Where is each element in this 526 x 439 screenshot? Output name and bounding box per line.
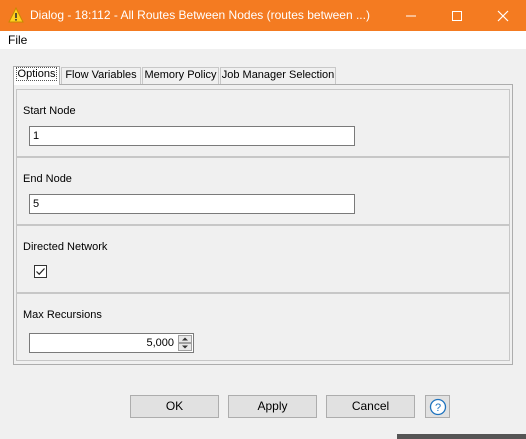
tab-memory-policy-label: Memory Policy (144, 69, 217, 81)
help-button[interactable]: ? (425, 395, 450, 418)
end-node-group: End Node 5 (16, 157, 510, 225)
svg-text:?: ? (434, 402, 440, 414)
spinner-up-button[interactable] (178, 335, 192, 343)
minimize-button[interactable] (388, 0, 434, 31)
ok-button[interactable]: OK (130, 395, 219, 418)
title-bar: Dialog - 18:112 - All Routes Between Nod… (0, 0, 526, 31)
directed-network-group: Directed Network (16, 225, 510, 293)
menu-bar: File (0, 31, 526, 49)
end-node-label: End Node (23, 173, 72, 185)
arrow-down-icon (182, 345, 188, 349)
options-panel: Start Node 1 End Node 5 Directed Network… (13, 84, 513, 365)
close-icon (497, 10, 509, 21)
close-button[interactable] (480, 0, 526, 31)
maximize-button[interactable] (434, 0, 480, 31)
tab-options[interactable]: Options (13, 66, 60, 85)
arrow-up-icon (182, 337, 188, 341)
tab-flow-variables[interactable]: Flow Variables (61, 67, 141, 84)
start-node-group: Start Node 1 (16, 89, 510, 157)
start-node-label: Start Node (23, 105, 76, 117)
spinner-down-button[interactable] (178, 343, 192, 351)
maximize-icon (452, 10, 462, 21)
end-node-input[interactable]: 5 (29, 194, 355, 214)
max-recursions-value[interactable]: 5,000 (146, 337, 174, 349)
max-recursions-label: Max Recursions (23, 309, 102, 321)
tab-options-label: Options (15, 67, 58, 81)
start-node-input[interactable]: 1 (29, 126, 355, 146)
directed-network-label: Directed Network (23, 241, 108, 253)
tab-memory-policy[interactable]: Memory Policy (142, 67, 219, 84)
tab-job-manager-selection[interactable]: Job Manager Selection (220, 67, 336, 84)
tab-job-manager-selection-label: Job Manager Selection (221, 69, 335, 81)
directed-network-checkbox[interactable] (34, 265, 47, 278)
warning-triangle-icon (8, 7, 24, 23)
tab-flow-variables-label: Flow Variables (65, 69, 137, 81)
cancel-button[interactable]: Cancel (326, 395, 415, 418)
window-title: Dialog - 18:112 - All Routes Between Nod… (30, 8, 370, 22)
max-recursions-spinner[interactable]: 5,000 (29, 333, 194, 353)
checkmark-icon (36, 268, 45, 276)
menu-file[interactable]: File (8, 33, 27, 47)
max-recursions-group: Max Recursions 5,000 (16, 293, 510, 361)
help-question-icon: ? (429, 398, 446, 415)
taskbar-edge (397, 434, 526, 439)
apply-button[interactable]: Apply (228, 395, 317, 418)
minimize-icon (406, 15, 416, 16)
